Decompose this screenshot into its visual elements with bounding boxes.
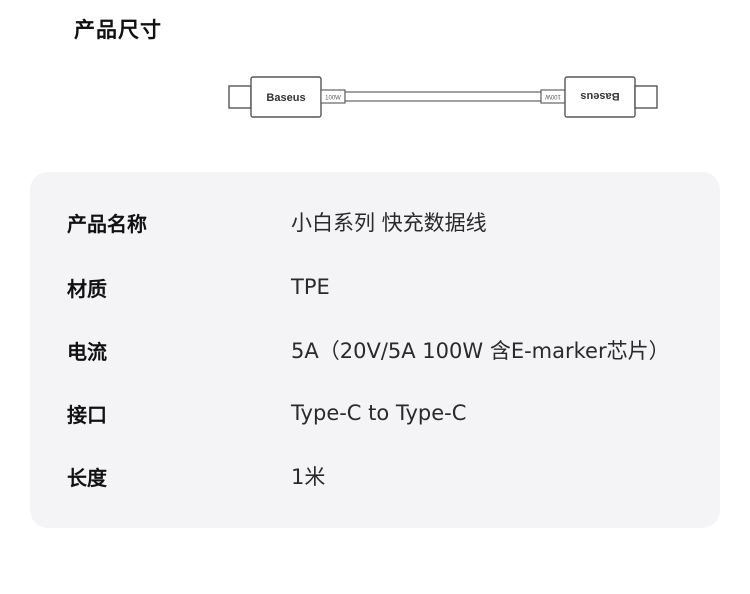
right-plug-tip (634, 85, 658, 109)
spec-value: Type-C to Type-C (291, 401, 467, 425)
left-plug-tip (228, 85, 252, 109)
spec-row-length: 长度 1米 (30, 456, 720, 496)
left-brand-logo: Baseus (266, 92, 305, 104)
spec-row-name: 产品名称 小白系列 快充数据线 (30, 202, 720, 242)
spec-table: 产品名称 小白系列 快充数据线 材质 TPE 电流 5A（20V/5A 100W… (30, 172, 720, 528)
spec-label: 产品名称 (67, 211, 147, 236)
spec-value: TPE (291, 275, 330, 299)
spec-value: 1米 (291, 465, 326, 489)
spec-row-current: 电流 5A（20V/5A 100W 含E-marker芯片） (30, 330, 720, 370)
spec-row-material: 材质 TPE (30, 267, 720, 307)
spec-row-interface: 接口 Type-C to Type-C (30, 393, 720, 433)
left-rating-label: 100W (325, 96, 341, 102)
spec-label: 材质 (67, 276, 107, 301)
cable-diagram: Baseus 100W 100W Baseus (228, 76, 658, 118)
spec-label: 接口 (67, 402, 107, 427)
right-rating-label: 100W (545, 93, 561, 99)
spec-value: 5A（20V/5A 100W 含E-marker芯片） (291, 339, 670, 363)
right-brand-logo: Baseus (580, 90, 619, 102)
spec-label: 长度 (67, 465, 107, 490)
cable-body (344, 91, 542, 102)
spec-label: 电流 (67, 339, 107, 364)
spec-value: 小白系列 快充数据线 (291, 211, 487, 235)
